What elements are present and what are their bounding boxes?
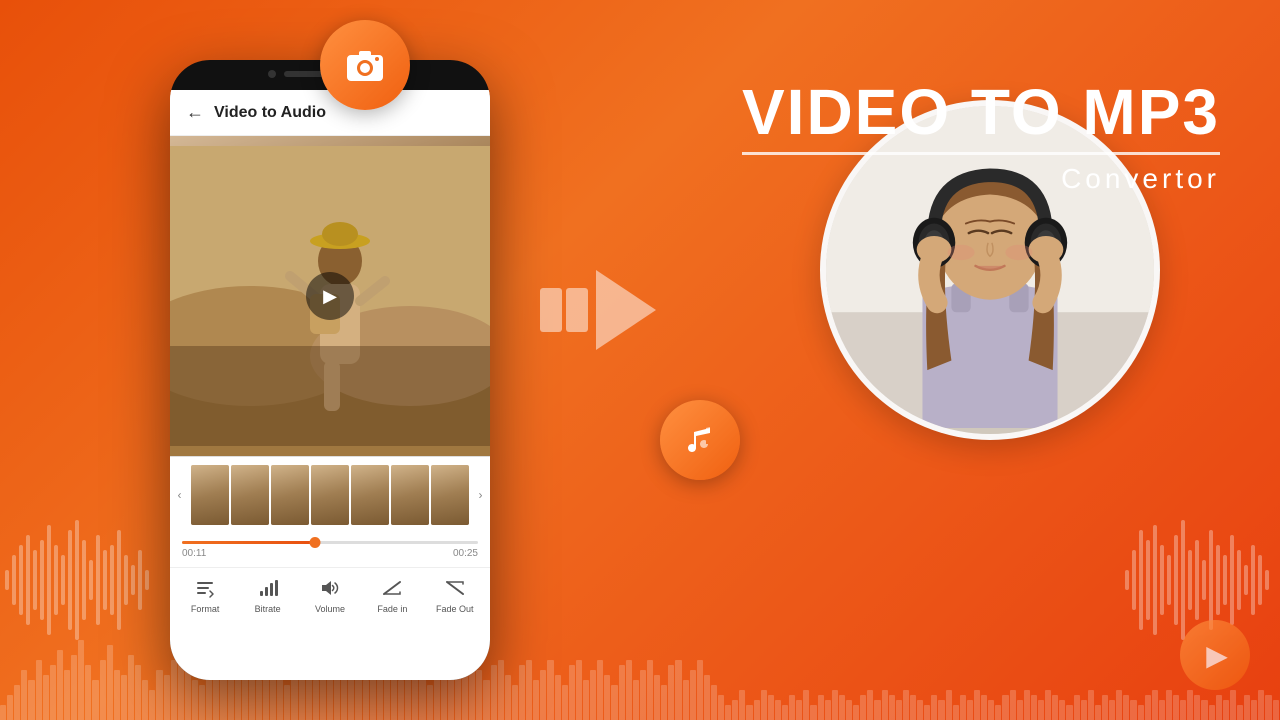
tool-fadeout[interactable]: Fade Out <box>431 574 479 614</box>
filmstrip-frame-2 <box>231 465 269 525</box>
filmstrip-frame-3 <box>271 465 309 525</box>
fadein-label: Fade in <box>377 604 407 614</box>
music-icon <box>680 420 720 460</box>
timeline-end: 00:25 <box>453 548 478 559</box>
waveform-right <box>1120 500 1280 640</box>
video-preview: ▶ <box>170 136 490 456</box>
back-button[interactable]: ← <box>186 102 204 123</box>
waveform-left <box>0 500 160 640</box>
timeline-labels: 00:11 00:25 <box>182 548 478 559</box>
filmstrip-frame-4 <box>311 465 349 525</box>
format-label: Format <box>191 604 220 614</box>
tool-fadein[interactable]: Fade in <box>368 574 416 614</box>
timeline-thumb[interactable] <box>310 537 321 548</box>
format-icon <box>191 574 219 602</box>
timeline-bar[interactable] <box>182 541 478 544</box>
title-area: VIDEO TO MP3 Convertor <box>742 80 1220 195</box>
timeline-start: 00:11 <box>182 548 206 559</box>
fadeout-icon <box>441 574 469 602</box>
timeline-area: 00:11 00:25 <box>170 533 490 567</box>
fadeout-label: Fade Out <box>436 604 474 614</box>
filmstrip-right-arrow[interactable]: › <box>471 465 490 525</box>
play-circle-button[interactable]: ▶ <box>1180 620 1250 690</box>
film-icon <box>540 288 588 332</box>
music-circle-icon <box>660 400 740 480</box>
volume-label: Volume <box>315 604 345 614</box>
film-rect-2 <box>566 288 588 332</box>
phone-dot-1 <box>268 70 276 78</box>
filmstrip-frame-7 <box>431 465 469 525</box>
filmstrip-frame-1 <box>191 465 229 525</box>
filmstrip-frames <box>191 465 469 525</box>
filmstrip-frame-5 <box>351 465 389 525</box>
filmstrip-left-arrow[interactable]: ‹ <box>170 465 189 525</box>
bottom-toolbar: Format Bitrate <box>170 567 490 620</box>
film-rect-1 <box>540 288 562 332</box>
tool-bitrate[interactable]: Bitrate <box>244 574 292 614</box>
filmstrip: ‹ › <box>170 456 490 533</box>
convert-arrow <box>596 270 656 350</box>
app-title: Video to Audio <box>214 104 326 122</box>
subtitle: Convertor <box>742 163 1220 195</box>
tool-volume[interactable]: Volume <box>306 574 354 614</box>
play-button[interactable]: ▶ <box>306 272 354 320</box>
bitrate-icon <box>254 574 282 602</box>
main-title: VIDEO TO MP3 <box>742 80 1220 144</box>
bitrate-label: Bitrate <box>255 604 281 614</box>
filmstrip-frame-6 <box>391 465 429 525</box>
conversion-arrow <box>540 270 656 350</box>
play-icon: ▶ <box>1206 639 1228 672</box>
app-screen: ← Video to Audio <box>170 90 490 680</box>
camera-icon <box>343 43 387 87</box>
camera-circle-icon <box>320 20 410 110</box>
timeline-fill <box>182 541 315 544</box>
fadein-icon <box>378 574 406 602</box>
volume-icon <box>316 574 344 602</box>
phone-body: ← Video to Audio <box>170 60 490 680</box>
title-divider <box>742 152 1220 155</box>
app-header: ← Video to Audio <box>170 90 490 136</box>
tool-format[interactable]: Format <box>181 574 229 614</box>
phone-mockup: ← Video to Audio <box>140 60 520 700</box>
